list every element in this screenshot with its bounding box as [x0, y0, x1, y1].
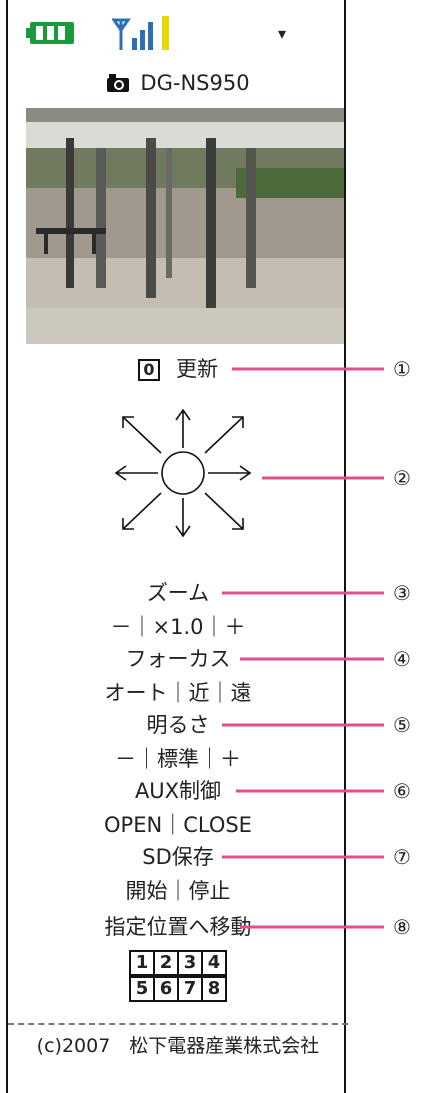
callout-6: ⑥ [393, 779, 411, 803]
arrow-down-right-icon[interactable] [204, 492, 244, 530]
phone-screen: ▾ DG-NS950 0 更新 ズーム －｜×1.0｜＋ フォーカス オート｜近… [6, 0, 348, 1093]
arrow-down-left-icon[interactable] [122, 492, 162, 530]
preset-key-2[interactable]: 2 [153, 950, 179, 976]
callout-7: ⑦ [393, 845, 411, 869]
refresh-key[interactable]: 0 [138, 359, 160, 381]
focus-controls[interactable]: オート｜近｜遠 [8, 680, 348, 706]
callout-3: ③ [393, 581, 411, 605]
antenna-signal-icon [112, 16, 169, 50]
arrow-down-icon[interactable] [175, 498, 191, 538]
camera-name: DG-NS950 [140, 71, 250, 95]
zoom-label: ズーム [146, 581, 210, 605]
footer-divider [8, 1023, 348, 1025]
callout-5: ⑤ [393, 713, 411, 737]
preset-label: 指定位置へ移動 [104, 915, 252, 939]
preset-keys-row-2: 5678 [8, 976, 348, 1002]
brightness-label: 明るさ [146, 713, 210, 737]
preset-key-6[interactable]: 6 [153, 976, 179, 1002]
focus-label: フォーカス [125, 647, 231, 671]
arrow-up-left-icon[interactable] [122, 416, 162, 454]
camera-title: DG-NS950 [8, 70, 348, 96]
arrow-right-icon[interactable] [208, 465, 252, 481]
preset-key-4[interactable]: 4 [201, 950, 227, 976]
callout-4: ④ [393, 647, 411, 671]
arrow-left-icon[interactable] [114, 465, 158, 481]
zoom-controls[interactable]: －｜×1.0｜＋ [8, 614, 348, 640]
camera-snapshot [26, 108, 344, 344]
sd-controls[interactable]: 開始｜停止 [8, 878, 348, 904]
callout-2: ② [393, 466, 411, 490]
aux-controls[interactable]: OPEN｜CLOSE [8, 812, 348, 838]
copyright: (c)2007 松下電器産業株式会社 [36, 1035, 320, 1057]
arrow-up-right-icon[interactable] [204, 416, 244, 454]
camera-icon [107, 74, 130, 92]
preset-key-3[interactable]: 3 [177, 950, 203, 976]
callout-1: ① [393, 357, 411, 381]
brightness-controls[interactable]: －｜標準｜＋ [8, 746, 348, 772]
sd-label: SD保存 [142, 845, 214, 869]
preset-key-7[interactable]: 7 [177, 976, 203, 1002]
preset-key-5[interactable]: 5 [129, 976, 155, 1002]
preset-key-1[interactable]: 1 [129, 950, 155, 976]
aux-label: AUX制御 [134, 779, 222, 803]
preset-key-8[interactable]: 8 [201, 976, 227, 1002]
preset-keys-row-1: 1234 [8, 950, 348, 976]
arrow-up-icon[interactable] [175, 408, 191, 448]
battery-full-icon [26, 22, 74, 44]
refresh-link[interactable]: 更新 [176, 357, 218, 381]
direction-pad-icon[interactable] [78, 390, 288, 560]
refresh-row[interactable]: 0 更新 [8, 356, 348, 382]
callout-8: ⑧ [393, 915, 411, 939]
menu-dropdown-indicator[interactable]: ▾ [278, 26, 286, 42]
status-bar: ▾ [8, 0, 348, 64]
